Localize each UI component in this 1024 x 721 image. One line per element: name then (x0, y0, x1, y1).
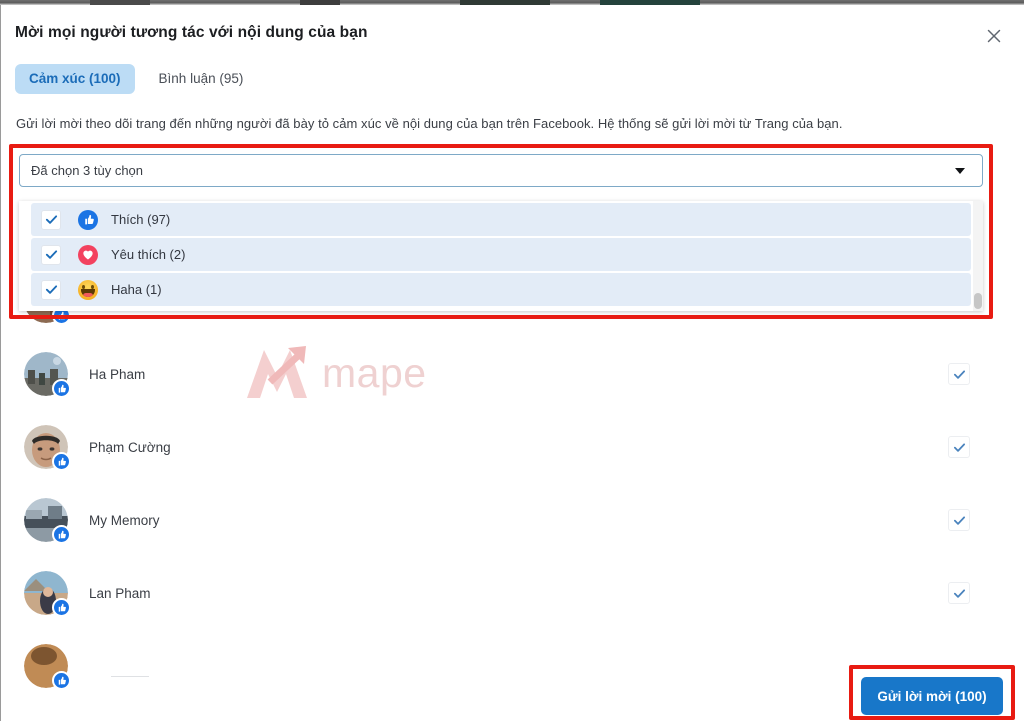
reaction-filter-value: Đã chọn 3 tùy chọn (31, 163, 144, 178)
dropdown-scrollbar[interactable] (973, 201, 983, 311)
option-checkbox[interactable] (41, 209, 61, 230)
avatar (24, 644, 71, 690)
avatar (24, 425, 71, 471)
dropdown-option-haha[interactable]: Haha (1) (31, 273, 971, 306)
dropdown-option-love[interactable]: Yêu thích (2) (31, 238, 971, 271)
avatar (24, 352, 71, 398)
option-checkbox[interactable] (41, 244, 61, 265)
list-item[interactable]: My Memory (1, 483, 1006, 557)
dropdown-option-like[interactable]: Thích (97) (31, 203, 971, 236)
thumbs-up-icon (78, 209, 98, 230)
thumbs-up-badge-icon (52, 671, 71, 690)
send-invites-button[interactable]: Gửi lời mời (100) (861, 677, 1003, 715)
dialog-description: Gửi lời mời theo dõi trang đến những ngư… (16, 116, 843, 131)
thumbs-up-badge-icon (52, 598, 71, 617)
person-checkbox[interactable] (948, 509, 970, 531)
avatar (24, 498, 71, 544)
thumbs-up-badge-icon (52, 379, 71, 398)
list-item-name: My Memory (89, 512, 160, 528)
chevron-down-icon[interactable] (955, 167, 965, 174)
list-item-name: Ha Pham (89, 366, 146, 382)
reaction-filter-select[interactable]: Đã chọn 3 tùy chọn (19, 154, 983, 187)
thumbs-up-badge-icon (52, 525, 71, 544)
thumbs-up-badge-icon (52, 452, 71, 471)
dropdown-option-label: Yêu thích (2) (111, 247, 186, 262)
list-item[interactable]: Phạm Cường (1, 410, 1006, 484)
list-divider (111, 676, 149, 677)
reaction-filter-dropdown[interactable]: Thích (97) Yêu thích (2) Haha (1) (19, 201, 983, 311)
invite-dialog: Mời mọi người tương tác với nội dung của… (1, 5, 1024, 721)
list-item-name: Lan Pham (89, 585, 151, 601)
person-checkbox[interactable] (948, 363, 970, 385)
dropdown-option-label: Haha (1) (111, 282, 162, 297)
tab-reactions[interactable]: Cảm xúc (100) (15, 64, 135, 94)
option-checkbox[interactable] (41, 279, 61, 300)
person-checkbox[interactable] (948, 582, 970, 604)
list-item[interactable]: Lan Pham (1, 556, 1006, 630)
reaction-comment-tabs: Cảm xúc (100) Bình luận (95) (15, 64, 257, 94)
list-item[interactable]: Ha Pham (1, 337, 1006, 411)
person-checkbox[interactable] (948, 436, 970, 458)
screenshot-root: Mời mọi người tương tác với nội dung của… (0, 0, 1024, 721)
dialog-title: Mời mọi người tương tác với nội dung của… (15, 24, 368, 41)
people-list: Ha Pham Phạm Cường My Memory Lan Pham (1, 285, 1006, 690)
tab-comments[interactable]: Bình luận (95) (143, 64, 258, 94)
list-item-name: Phạm Cường (89, 439, 171, 455)
dropdown-scrollbar-thumb[interactable] (974, 293, 982, 309)
heart-icon (78, 244, 98, 265)
haha-emoji-icon (78, 279, 98, 300)
close-icon[interactable] (979, 21, 1009, 51)
list-item[interactable] (1, 629, 1006, 703)
avatar (24, 571, 71, 617)
dropdown-option-label: Thích (97) (111, 212, 171, 227)
